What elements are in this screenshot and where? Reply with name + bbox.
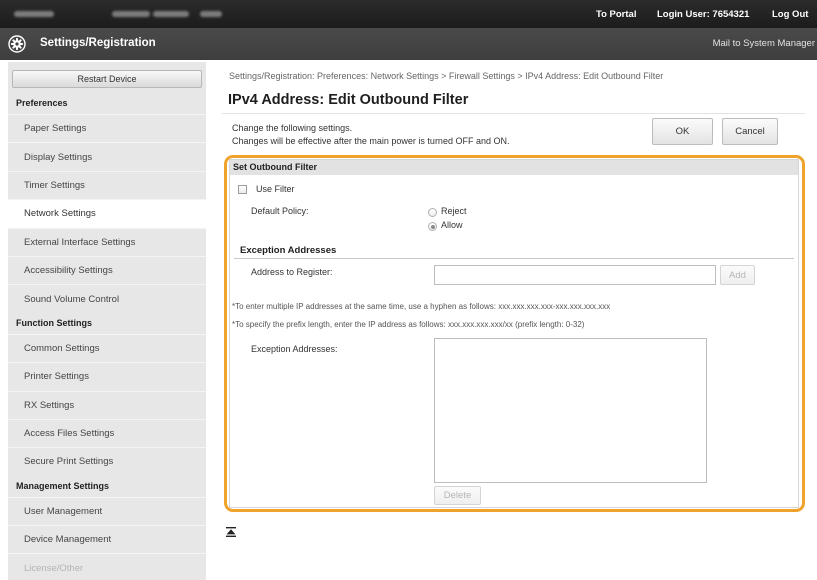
sidebar-item-rx-settings[interactable]: RX Settings: [8, 390, 206, 419]
hyphen-range-note: *To enter multiple IP addresses at the s…: [232, 302, 611, 311]
set-outbound-filter-panel: Set Outbound Filter Use Filter Default P…: [229, 159, 799, 508]
sidebar-item-timer-settings[interactable]: Timer Settings: [8, 170, 206, 199]
blurred-header-text: [14, 11, 54, 17]
allow-radio-label: Allow: [441, 220, 463, 230]
reject-radio-label: Reject: [441, 206, 467, 216]
section-divider: [234, 258, 794, 259]
blurred-header-text: [153, 11, 189, 17]
add-button[interactable]: Add: [720, 265, 755, 285]
top-bar: To Portal Login User: 7654321 Log Out: [0, 0, 817, 28]
sidebar-section-function-settings: Function Settings: [16, 318, 92, 329]
sidebar-item-paper-settings[interactable]: Paper Settings: [8, 114, 206, 142]
exception-addresses-list[interactable]: [434, 338, 707, 483]
sidebar-section-preferences: Preferences: [16, 98, 68, 108]
to-portal-link[interactable]: To Portal: [596, 9, 636, 20]
sidebar-item-sound-volume-control[interactable]: Sound Volume Control: [8, 284, 206, 312]
blurred-header-text: [200, 11, 222, 17]
title-divider: [222, 113, 805, 114]
ok-button[interactable]: OK: [652, 118, 713, 145]
back-to-top-icon[interactable]: [225, 526, 237, 538]
blurred-header-text: [112, 11, 150, 17]
login-user-label: Login User: 7654321: [657, 9, 750, 20]
sidebar-item-printer-settings[interactable]: Printer Settings: [8, 362, 206, 390]
cancel-button[interactable]: Cancel: [722, 118, 778, 145]
sidebar-item-secure-print-settings[interactable]: Secure Print Settings: [8, 447, 206, 475]
sidebar-item-user-management[interactable]: User Management: [8, 496, 206, 525]
address-to-register-label: Address to Register:: [251, 267, 333, 277]
sidebar-item-accessibility-settings[interactable]: Accessibility Settings: [8, 255, 206, 284]
description-line: Change the following settings.: [232, 123, 353, 133]
use-filter-checkbox[interactable]: [238, 185, 247, 194]
sidebar-item-common-settings[interactable]: Common Settings: [8, 333, 206, 362]
log-out-link[interactable]: Log Out: [772, 9, 808, 20]
page-title: IPv4 Address: Edit Outbound Filter: [228, 92, 469, 108]
prefix-length-note: *To specify the prefix length, enter the…: [232, 320, 585, 329]
sidebar: Restart Device Preferences Paper Setting…: [8, 62, 206, 580]
restart-device-button[interactable]: Restart Device: [12, 70, 202, 88]
sidebar-item-network-settings[interactable]: Network Settings: [8, 199, 206, 228]
breadcrumb: Settings/Registration: Preferences: Netw…: [229, 71, 664, 81]
restart-area: Restart Device: [8, 62, 206, 92]
address-to-register-input[interactable]: [434, 265, 716, 285]
description-line: Changes will be effective after the main…: [232, 136, 510, 146]
use-filter-label: Use Filter: [256, 184, 295, 194]
settings-gear-icon: [8, 35, 26, 53]
allow-radio[interactable]: [428, 222, 437, 231]
mail-to-system-manager-link[interactable]: Mail to System Manager: [713, 38, 815, 49]
app-bar: Settings/Registration Mail to System Man…: [0, 28, 817, 60]
sidebar-item-access-files-settings[interactable]: Access Files Settings: [8, 418, 206, 447]
exception-addresses-list-label: Exception Addresses:: [251, 344, 338, 354]
sidebar-item-license-other[interactable]: License/Other: [8, 553, 206, 580]
panel-header: Set Outbound Filter: [230, 160, 798, 175]
delete-button[interactable]: Delete: [434, 486, 481, 505]
highlight-frame: Set Outbound Filter Use Filter Default P…: [224, 155, 805, 512]
default-policy-label: Default Policy:: [251, 206, 309, 216]
sidebar-item-display-settings[interactable]: Display Settings: [8, 142, 206, 170]
reject-radio[interactable]: [428, 208, 437, 217]
sidebar-item-device-management[interactable]: Device Management: [8, 525, 206, 553]
exception-addresses-heading: Exception Addresses: [240, 245, 337, 256]
sidebar-item-external-interface-settings[interactable]: External Interface Settings: [8, 227, 206, 256]
app-title: Settings/Registration: [40, 37, 156, 49]
sidebar-section-management-settings: Management Settings: [16, 481, 110, 492]
